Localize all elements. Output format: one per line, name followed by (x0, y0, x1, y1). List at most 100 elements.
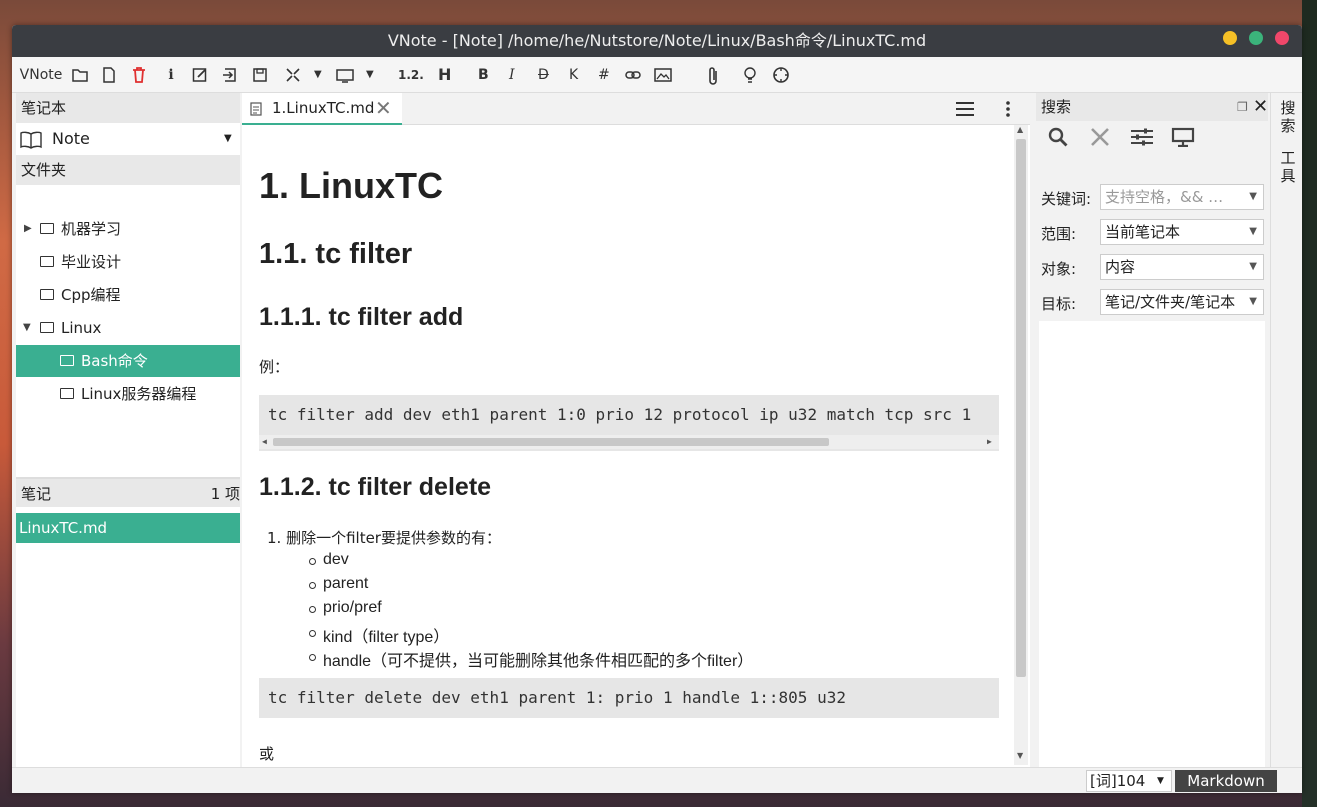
view-mode-button[interactable] (336, 65, 354, 85)
sliders-icon (1131, 128, 1153, 146)
tab-linuxtc[interactable]: 1.LinuxTC.md ✕ (242, 93, 402, 125)
save-button[interactable] (252, 65, 268, 85)
clear-search-button[interactable] (1090, 127, 1110, 151)
folder-header: 文件夹 (16, 155, 240, 185)
close-window-button[interactable] (1275, 31, 1289, 45)
chevron-down-icon[interactable]: ▼ (23, 312, 31, 344)
expand-menu-dropdown[interactable]: ▼ (314, 65, 322, 85)
attachment-button[interactable] (706, 65, 720, 85)
heading-button[interactable]: H (438, 65, 451, 85)
export-icon (223, 68, 236, 82)
menu-icon[interactable] (956, 101, 974, 121)
close-panel-icon[interactable]: ✕ (1253, 93, 1268, 121)
folder-item-ml[interactable]: ▶ 机器学习 (16, 213, 240, 245)
insert-link-button[interactable] (625, 65, 641, 85)
folder-label: Linux (61, 319, 102, 337)
keyword-label: 关键词: (1041, 190, 1092, 208)
scope-select[interactable]: 当前笔记本 ▼ (1100, 219, 1264, 245)
insert-image-button[interactable] (654, 65, 672, 85)
side-tab-tools[interactable]: 工具 (1279, 149, 1297, 185)
target-select[interactable]: 笔记/文件夹/笔记本 ▼ (1100, 289, 1264, 315)
chevron-down-icon: ▼ (314, 69, 322, 80)
book-icon (20, 131, 42, 149)
notes-header: 笔记 1 项 (16, 477, 240, 507)
monitor-icon (1171, 127, 1195, 148)
chevron-down-icon: ▼ (224, 133, 232, 144)
vnote-window: VNote - [Note] /home/he/Nutstore/Note/Li… (12, 25, 1302, 793)
arrow-down-icon[interactable]: ▼ (1017, 751, 1023, 760)
advanced-settings-button[interactable] (1130, 127, 1154, 151)
arrow-up-icon[interactable]: ▲ (1017, 125, 1023, 134)
mode-indicator: Markdown (1175, 770, 1277, 792)
chevron-down-icon[interactable]: ▼ (1249, 185, 1257, 209)
arrow-right-icon[interactable]: ▶ (987, 422, 992, 451)
object-select[interactable]: 内容 ▼ (1100, 254, 1264, 280)
folder-label: Cpp编程 (61, 286, 121, 304)
notebook-selector[interactable]: Note ▼ (16, 123, 240, 155)
folder-item-cpp[interactable]: Cpp编程 (16, 279, 240, 311)
object-label: 对象: (1041, 260, 1077, 278)
paperclip-icon (709, 67, 717, 85)
edit-button[interactable] (192, 65, 208, 85)
code-hscroll-thumb[interactable] (273, 438, 829, 446)
keyword-input[interactable]: 支持空格，&& … ▼ (1100, 184, 1264, 210)
search-panel-title: 搜索 (1041, 98, 1072, 116)
info-button[interactable]: i (164, 65, 178, 85)
side-tab-search[interactable]: 搜索 (1279, 99, 1297, 135)
new-note-button[interactable] (102, 65, 116, 85)
strikethrough-button[interactable]: D (538, 65, 549, 85)
bold-button[interactable]: B (478, 65, 489, 85)
search-button[interactable] (1048, 127, 1068, 151)
notes-header-label: 笔记 (21, 485, 52, 503)
search-results-list[interactable] (1039, 321, 1265, 767)
close-tab-icon[interactable]: ✕ (375, 93, 392, 123)
bullet-marker (309, 606, 316, 613)
markdown-preview[interactable]: 1. LinuxTC 1.1. tc filter 1.1.1. tc filt… (242, 125, 1018, 767)
new-folder-button[interactable] (72, 65, 88, 85)
chevron-down-icon[interactable]: ▼ (1249, 255, 1257, 279)
heading-sequence-button[interactable]: 1.2. (398, 65, 424, 85)
note-item[interactable]: LinuxTC.md (16, 513, 240, 543)
notebook-name: Note (52, 129, 90, 148)
folder-item-linux[interactable]: ▼ Linux (16, 312, 240, 344)
expand-button[interactable] (286, 65, 300, 85)
folder-icon (40, 289, 54, 300)
side-tab-bar: 搜索 工具 (1270, 93, 1302, 767)
chevron-down-icon[interactable]: ▼ (1249, 220, 1257, 244)
folder-item-graduation[interactable]: 毕业设计 (16, 246, 240, 278)
show-in-console-button[interactable] (1171, 127, 1195, 151)
app-menu-button[interactable]: VNote (18, 65, 64, 85)
folder-icon (40, 256, 54, 267)
view-mode-dropdown[interactable]: ▼ (366, 65, 374, 85)
folder-item-linux-server[interactable]: Linux服务器编程 (16, 378, 240, 410)
minimize-button[interactable] (1223, 31, 1237, 45)
object-value: 内容 (1105, 258, 1136, 276)
chevron-right-icon[interactable]: ▶ (24, 213, 32, 245)
folder-label: Bash命令 (81, 352, 148, 370)
arrow-left-icon[interactable]: ◀ (262, 422, 267, 451)
bullet-marker (309, 558, 316, 565)
maximize-button[interactable] (1249, 31, 1263, 45)
chevron-down-icon[interactable]: ▼ (1249, 290, 1257, 314)
tab-label: 1.LinuxTC.md (272, 99, 375, 117)
more-options-icon[interactable] (1006, 101, 1010, 121)
bullet-item: prio/pref (323, 599, 382, 616)
search-icon (1048, 127, 1068, 147)
circle-icon (773, 67, 789, 83)
code-block-button[interactable]: # (598, 65, 610, 85)
word-count-selector[interactable]: [词]104 ▼ (1086, 770, 1172, 792)
editor-vscrollbar[interactable]: ▲ ▼ (1014, 125, 1028, 765)
code-hscrollbar[interactable]: ◀ ▶ (259, 435, 999, 449)
export-button[interactable] (222, 65, 238, 85)
folder-item-bash[interactable]: Bash命令 (16, 345, 240, 377)
universal-entry-button[interactable] (772, 65, 790, 85)
trash-icon (133, 67, 145, 83)
tips-button[interactable] (743, 65, 757, 85)
float-panel-icon[interactable]: ❐ (1237, 93, 1248, 121)
inline-code-button[interactable]: K (569, 65, 578, 85)
heading-1: 1. LinuxTC (259, 165, 444, 206)
italic-button[interactable]: I (509, 65, 515, 85)
folder-label: Linux服务器编程 (81, 385, 197, 403)
delete-button[interactable] (132, 65, 146, 85)
editor-vscroll-thumb[interactable] (1016, 139, 1026, 677)
